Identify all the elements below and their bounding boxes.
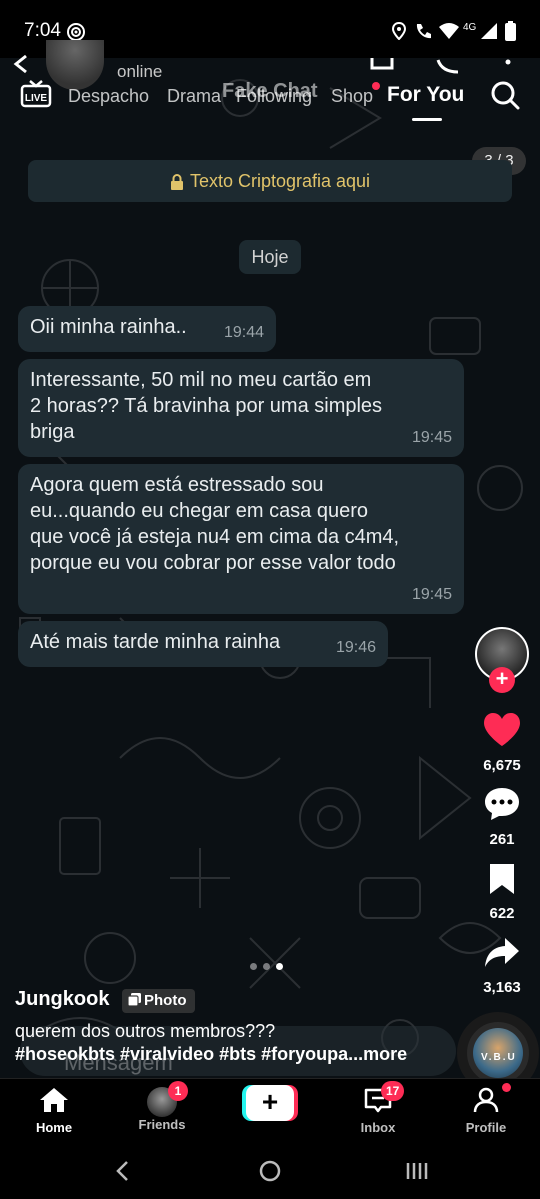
carousel-dot-active	[276, 963, 283, 970]
message-time: 19:45	[411, 586, 452, 603]
message-bubble: Interessante, 50 mil no meu cartão em 2 …	[18, 359, 464, 457]
shop-notification-dot	[372, 82, 380, 90]
message-time: 19:46	[335, 639, 376, 656]
profile-notification-dot	[502, 1083, 511, 1092]
encryption-text: Texto Criptografia aqui	[189, 171, 371, 191]
hashtag-text: #hoseokbts #viralvideo #bts #foryoupa...	[15, 1044, 364, 1064]
signal-icon	[481, 23, 497, 39]
comment-button[interactable]: 261	[474, 786, 530, 848]
follow-button[interactable]: +	[489, 667, 515, 693]
share-count: 3,163	[483, 979, 521, 996]
message-text: porque eu vou cobrar por esse valor todo	[30, 552, 396, 574]
home-circle-icon[interactable]	[258, 1159, 282, 1183]
tab-drama[interactable]: Drama	[167, 86, 221, 107]
chat-back-icon	[13, 54, 27, 74]
search-icon[interactable]	[490, 80, 520, 110]
message-text: 2 horas?? Tá bravinha por uma simples	[30, 395, 383, 417]
heart-icon	[484, 713, 520, 746]
photo-icon	[127, 993, 141, 1007]
create-button[interactable]: +	[242, 1085, 298, 1121]
bookmark-button[interactable]: 622	[474, 862, 530, 922]
date-chip: Hoje	[239, 240, 301, 274]
inbox-badge: 17	[381, 1081, 405, 1101]
chat-menu-icon	[505, 59, 511, 65]
nav-inbox[interactable]: Inbox	[333, 1087, 423, 1135]
photo-badge-label: Photo	[144, 992, 187, 1009]
comment-icon	[485, 788, 519, 820]
message-time: 19:45	[411, 429, 452, 446]
plus-icon: +	[246, 1085, 294, 1121]
home-icon	[40, 1088, 68, 1112]
tab-following[interactable]: Following	[236, 86, 312, 107]
feed-tabs: Despacho Drama Following Shop For You	[0, 78, 540, 118]
comment-count: 261	[489, 831, 515, 848]
like-count: 6,675	[483, 757, 521, 774]
carousel-dots	[250, 957, 289, 975]
message-text: briga	[30, 421, 75, 443]
carousel-dot	[263, 963, 270, 970]
wifi-icon	[439, 23, 459, 39]
more-link[interactable]: more	[363, 1044, 407, 1064]
message-text: que você já esteja nu4 em cima da c4m4,	[30, 526, 400, 548]
caption-text: querem dos outros membros???	[15, 1021, 276, 1041]
location-icon	[392, 22, 406, 40]
author-name[interactable]: Jungkook	[15, 988, 109, 1011]
system-nav-bar	[0, 1148, 540, 1199]
tab-shop[interactable]: Shop	[331, 86, 373, 107]
network-type: 4G	[463, 22, 477, 33]
hotspot-icon	[67, 23, 85, 41]
nav-profile[interactable]: Profile	[441, 1087, 531, 1135]
message-bubble: Agora quem está estressado sou eu...quan…	[18, 464, 464, 614]
music-label: V.B.U	[481, 1052, 517, 1063]
message-text: Agora quem está estressado sou	[30, 474, 324, 496]
recents-icon[interactable]	[405, 1160, 429, 1182]
message-text: Interessante, 50 mil no meu cartão em	[30, 369, 372, 391]
like-button[interactable]: 6,675	[474, 712, 530, 774]
voice-call-icon	[436, 59, 459, 74]
share-button[interactable]: 3,163	[474, 936, 530, 996]
status-time: 7:04	[24, 20, 61, 41]
lock-icon	[170, 174, 183, 191]
tab-despacho[interactable]: Despacho	[68, 86, 149, 107]
friends-badge: 1	[168, 1081, 188, 1101]
carousel-dot	[250, 963, 257, 970]
message-bubble: Oii minha rainha.. 19:44	[18, 306, 276, 352]
nav-home-label: Home	[35, 1120, 73, 1135]
profile-icon	[473, 1087, 499, 1113]
message-text: eu...quando eu chegar em casa quero	[30, 500, 369, 522]
nav-inbox-label: Inbox	[360, 1120, 396, 1135]
active-tab-indicator	[412, 118, 442, 121]
back-icon[interactable]	[114, 1160, 132, 1182]
nav-home[interactable]: Home	[9, 1087, 99, 1135]
video-call-icon	[370, 58, 394, 70]
encryption-banner: Texto Criptografia aqui	[28, 160, 512, 202]
message-text: Até mais tarde minha rainha	[30, 631, 281, 653]
photo-badge: Photo	[122, 989, 195, 1013]
nav-friends[interactable]: Friends	[117, 1087, 207, 1132]
bookmark-count: 622	[489, 905, 515, 922]
nav-friends-label: Friends	[138, 1117, 186, 1132]
wifi-calling-icon	[416, 24, 431, 39]
battery-icon	[505, 21, 516, 41]
nav-profile-label: Profile	[465, 1120, 507, 1135]
tab-for-you[interactable]: For You	[387, 83, 464, 107]
caption-hashtags[interactable]: #hoseokbts #viralvideo #bts #foryoupa...…	[15, 1044, 407, 1065]
bookmark-icon	[490, 864, 514, 894]
message-time: 19:44	[223, 324, 264, 341]
share-icon	[485, 938, 519, 967]
message-bubble: Até mais tarde minha rainha 19:46	[18, 621, 388, 667]
